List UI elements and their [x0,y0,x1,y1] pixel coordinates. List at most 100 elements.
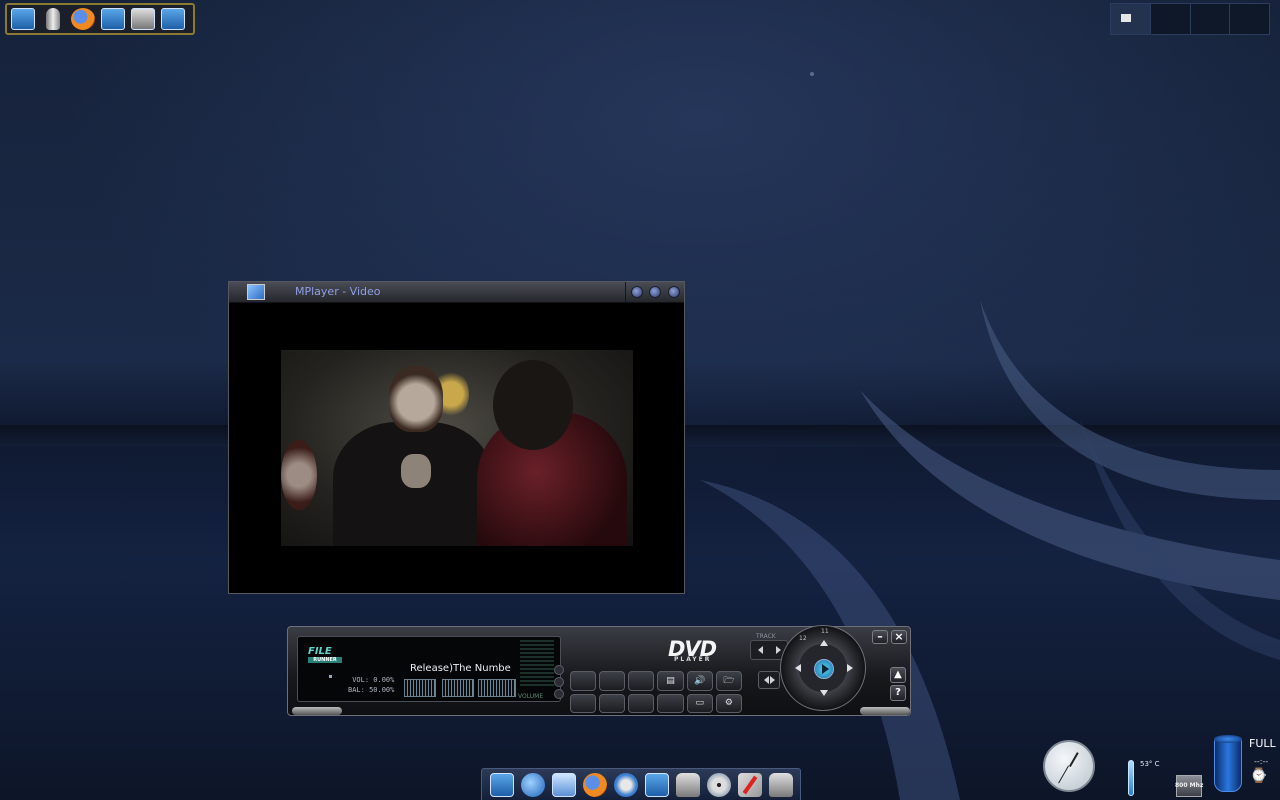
desktop-4[interactable] [1230,4,1269,34]
right-foot [860,707,910,715]
control-button-9[interactable] [628,693,655,713]
jog-wheel[interactable]: 11 12 [780,625,866,711]
monitor-icon[interactable] [161,8,185,30]
cd-icon[interactable] [706,772,731,797]
desktop-1[interactable] [1111,4,1151,34]
monitor-icon[interactable] [101,8,125,30]
volume-down-button[interactable] [554,689,564,699]
jog-up-icon[interactable] [820,640,828,646]
trash-detail: --:-- [1254,757,1269,766]
dvd-close-button[interactable]: × [891,630,907,644]
video-bg-person [281,440,317,510]
monitor-icon[interactable] [489,772,514,797]
mplayer-window: MPlayer - Video [228,281,685,594]
volume-meter[interactable] [520,640,554,686]
display-button[interactable]: ▭ [686,693,713,713]
control-button-7[interactable] [570,693,597,713]
trash-status: FULL [1249,737,1276,750]
vol-readout: VOL: 0.00% [352,676,395,684]
minimize-icon[interactable] [631,286,643,298]
track-marquee: Release)The Numbe [410,663,511,674]
audio-button[interactable]: 🔊 [686,671,713,691]
nudge-right-icon [769,676,775,684]
eject-button[interactable]: ▲ [890,667,906,683]
left-foot [292,707,342,715]
desktop-2[interactable] [1151,4,1191,34]
file-logo[interactable]: FILE RUNNER [308,646,342,666]
mouse-icon[interactable]: ⌚ [1250,768,1267,784]
mail-icon[interactable] [613,772,638,797]
window-title: MPlayer - Video [295,285,381,298]
clock-hour-hand [1069,752,1079,767]
firefox-icon[interactable] [71,8,95,30]
jog-down-icon[interactable] [820,690,828,696]
monitor-icon[interactable] [644,772,669,797]
network-icon[interactable] [131,8,155,30]
cpu-speed: 800 Mhz [1175,782,1204,789]
clock-widget[interactable] [1043,740,1095,792]
lcd-counter-3 [478,679,516,697]
video-woman-hair [493,360,573,450]
play-button[interactable] [814,659,834,679]
desktop-pager [1110,3,1270,35]
control-button-2[interactable] [599,671,626,691]
playlist-icon: ▤ [666,675,675,686]
thermometer-icon [1128,760,1134,796]
paint-icon[interactable] [737,772,762,797]
balance-nudge[interactable] [758,671,780,689]
video-man-head [389,366,443,432]
track-prev-icon[interactable] [757,646,763,654]
lcd-counter-2 [442,679,474,697]
jog-number-top: 11 [821,628,829,635]
speaker-icon: 🔊 [694,675,706,686]
video-hand [401,454,431,488]
files-icon[interactable] [551,772,576,797]
temperature-readout: 53° C [1140,760,1160,768]
jog-left-icon[interactable] [795,664,801,672]
gear-icon: ⚙ [724,698,733,709]
globe-icon[interactable] [520,772,545,797]
mplayer-app-icon[interactable] [247,284,265,300]
volume-label: VOLUME [518,693,544,700]
playlist-button[interactable]: ▤ [657,671,684,691]
vol-bal-readout: VOL: 0.00% BAL: 50.00% [348,675,394,695]
pager-window-thumb [1121,14,1131,22]
open-file-button[interactable]: 🗁 [715,671,742,691]
volume-up-button[interactable] [554,665,564,675]
disk-icon[interactable] [46,8,60,30]
printer-icon[interactable] [675,772,700,797]
mplayer-titlebar[interactable]: MPlayer - Video [229,282,684,303]
archive-icon[interactable] [768,772,793,797]
track-next-icon[interactable] [775,646,781,654]
jog-number-left: 12 [799,635,807,642]
bal-readout: BAL: 50.00% [348,686,395,694]
control-button-1[interactable] [570,671,597,691]
folder-icon: 🗁 [723,675,735,686]
control-button-10[interactable] [657,693,684,713]
file-logo-sub: RUNNER [308,657,342,663]
nudge-left-icon [763,676,769,684]
status-dot [329,675,332,678]
dvd-minimize-button[interactable]: – [872,630,888,644]
titlebar-separator [625,282,626,302]
control-button-3[interactable] [628,671,655,691]
monitor-icon[interactable] [11,8,35,30]
jog-right-icon[interactable] [847,664,853,672]
track-label: TRACK [756,633,776,640]
close-icon[interactable] [668,286,680,298]
help-button[interactable]: ? [890,685,906,701]
video-frame[interactable] [281,350,633,546]
control-button-grid: ▤ 🔊 🗁 ▭ ⚙ [570,671,742,713]
firefox-icon[interactable] [582,772,607,797]
bottom-dock [481,768,801,800]
maximize-icon[interactable] [649,286,661,298]
settings-button[interactable]: ⚙ [715,693,742,713]
desktop-3[interactable] [1191,4,1231,34]
dvd-player-window: FILE RUNNER VOL: 0.00% BAL: 50.00% Relea… [287,625,911,716]
quick-launch-panel [5,3,195,35]
trash-icon[interactable] [1214,735,1242,792]
volume-mute-button[interactable] [554,677,564,687]
screen-icon: ▭ [695,698,704,709]
dvd-logo-sub: PLAYER [674,656,712,663]
control-button-8[interactable] [599,693,626,713]
